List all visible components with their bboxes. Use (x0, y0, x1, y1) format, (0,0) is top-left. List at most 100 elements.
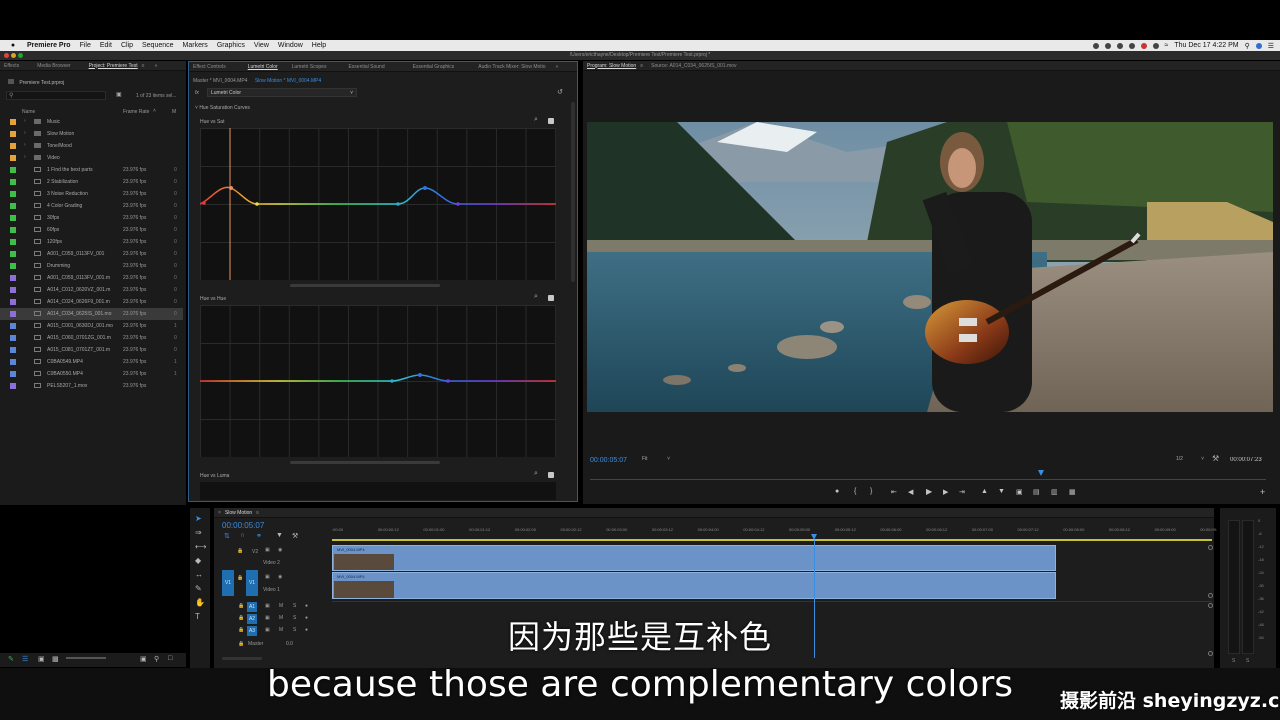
chevron-right-icon[interactable]: › (24, 118, 26, 124)
mark-in-icon[interactable]: { (854, 488, 856, 495)
project-row[interactable]: A015_C001_0630DJ_001.mo 23.976 fps 1 (0, 320, 183, 332)
project-row[interactable]: A014_C024_0626F9_001.m 23.976 fps 0 (0, 296, 183, 308)
lock-icon[interactable]: 🔒 (237, 575, 243, 581)
label-color-chip[interactable] (10, 359, 16, 365)
program-scrubber[interactable] (590, 479, 1266, 480)
tab-audio-track-mixer-slow-motio[interactable]: Audio Track Mixer: Slow Motio (478, 64, 545, 70)
project-row[interactable]: C0BA0549.MP4 23.976 fps 1 (0, 356, 183, 368)
vertical-zoom-handle[interactable] (1208, 593, 1213, 598)
label-color-chip[interactable] (10, 311, 16, 317)
project-row[interactable]: C0BA0550.MP4 23.976 fps 1 (0, 368, 183, 380)
project-row[interactable]: › Tone/Mood (0, 140, 183, 152)
lock-icon[interactable]: 🔒 (238, 603, 244, 609)
more-panels-icon[interactable]: » (556, 64, 559, 70)
curve-enable-checkbox[interactable] (548, 118, 554, 124)
sequence-clip[interactable]: Slow Motion * MVI_0004.MP4 (255, 78, 321, 84)
microphone-icon[interactable]: ● (305, 603, 308, 609)
label-color-chip[interactable] (10, 131, 16, 137)
menu-sequence[interactable]: Sequence (142, 42, 174, 49)
project-search-input[interactable]: ⚲ (6, 91, 106, 100)
menu-clip[interactable]: Clip (121, 42, 133, 49)
program-timecode[interactable]: 00:00:05:07 (590, 457, 627, 464)
tab-program[interactable]: Program: Slow Motion (587, 63, 636, 69)
pen-tool-icon[interactable]: ✎ (195, 584, 202, 593)
menu-help[interactable]: Help (312, 42, 326, 49)
step-back-icon[interactable]: ◀ (908, 488, 913, 496)
label-color-chip[interactable] (10, 287, 16, 293)
label-color-chip[interactable] (10, 203, 16, 209)
label-color-chip[interactable] (10, 347, 16, 353)
wifi-icon[interactable]: ≈ (1165, 42, 1169, 49)
tab-lumetri-color[interactable]: Lumetri Color (248, 64, 278, 70)
sync-lock-icon[interactable]: ▣ (265, 547, 270, 553)
tray-icon[interactable] (1152, 42, 1159, 49)
play-icon[interactable]: ▶ (926, 487, 932, 496)
wrench-icon[interactable]: ⚒ (1212, 454, 1219, 463)
quality-dropdown[interactable]: 1/2 ˅ (1176, 456, 1206, 462)
extract-icon[interactable]: ▼ (998, 488, 1005, 495)
track-select-tool-icon[interactable]: ⇒ (195, 528, 202, 537)
eyedropper-icon[interactable]: ⌕ (534, 293, 538, 301)
label-color-chip[interactable] (10, 371, 16, 377)
export-frame-icon[interactable]: ▣ (1016, 488, 1023, 496)
menu-markers[interactable]: Markers (183, 42, 208, 49)
tray-icon[interactable] (1140, 42, 1147, 49)
label-color-chip[interactable] (10, 227, 16, 233)
mark-out-icon[interactable]: } (870, 488, 872, 495)
label-color-chip[interactable] (10, 119, 16, 125)
project-row[interactable]: 2 Stabilization 23.976 fps 0 (0, 176, 183, 188)
tab-effects[interactable]: Effects (4, 63, 19, 69)
search-icon[interactable]: ⚲ (1245, 42, 1250, 50)
comparison-view-icon[interactable]: ▦ (1069, 488, 1076, 496)
app-menu[interactable]: Premiere Pro (27, 42, 71, 49)
tray-icon[interactable] (1104, 42, 1111, 49)
track-target-a1[interactable]: A1 (247, 602, 257, 612)
tab-essential-graphics[interactable]: Essential Graphics (413, 64, 455, 70)
linked-selection-icon[interactable]: ⚭ (256, 532, 262, 540)
effect-dropdown[interactable]: Lumetri Color ˅ (207, 88, 357, 97)
label-color-chip[interactable] (10, 179, 16, 185)
project-row[interactable]: › Music (0, 116, 183, 128)
tab-effect-controls[interactable]: Effect Controls (193, 64, 226, 70)
tab-media-browser[interactable]: Media Browser (37, 63, 70, 69)
chevron-right-icon[interactable]: › (24, 154, 26, 160)
col-name[interactable]: Name (22, 109, 35, 115)
project-row[interactable]: 4 Color Grading 23.976 fps 0 (0, 200, 183, 212)
razor-tool-icon[interactable]: ◆ (195, 556, 201, 565)
label-color-chip[interactable] (10, 323, 16, 329)
menu-view[interactable]: View (254, 42, 269, 49)
tray-icon[interactable] (1116, 42, 1123, 49)
panel-menu-icon[interactable]: ≡ (142, 63, 145, 69)
project-row[interactable]: 3 Noise Reduction 23.976 fps 0 (0, 188, 183, 200)
chevron-right-icon[interactable]: › (24, 130, 26, 136)
label-color-chip[interactable] (10, 215, 16, 221)
project-row[interactable]: A015_C060_0701ZG_001.m 23.976 fps 0 (0, 332, 183, 344)
eye-icon[interactable]: ◉ (278, 547, 282, 553)
label-color-chip[interactable] (10, 167, 16, 173)
work-area-bar[interactable] (332, 539, 1212, 541)
close-icon[interactable]: × (218, 510, 221, 516)
solo-button[interactable]: S (293, 603, 296, 609)
project-row[interactable]: 120fps 23.976 fps 0 (0, 236, 183, 248)
master-clip[interactable]: Master * MVI_0004.MP4 (193, 78, 247, 84)
hue-vs-sat-graph[interactable] (200, 128, 556, 280)
clip-v2[interactable]: MVI_0004.MP4 (332, 545, 1056, 571)
tab-project[interactable]: Project: Premiere Test (89, 63, 138, 69)
label-color-chip[interactable] (10, 191, 16, 197)
sync-lock-icon[interactable]: ▣ (265, 574, 270, 580)
graph-scrollbar[interactable] (290, 284, 440, 287)
menu-file[interactable]: File (80, 42, 91, 49)
vertical-zoom-handle[interactable] (1208, 603, 1213, 608)
close-window-button[interactable] (4, 53, 9, 58)
label-color-chip[interactable] (10, 383, 16, 389)
label-color-chip[interactable] (10, 239, 16, 245)
curve-enable-checkbox[interactable] (548, 295, 554, 301)
label-color-chip[interactable] (10, 143, 16, 149)
tab-essential-sound[interactable]: Essential Sound (348, 64, 384, 70)
minimize-window-button[interactable] (11, 53, 16, 58)
reset-icon[interactable]: ↺ (557, 88, 563, 96)
lock-icon[interactable]: 🔒 (237, 548, 243, 554)
project-row[interactable]: 60fps 23.976 fps 0 (0, 224, 183, 236)
slip-tool-icon[interactable]: ↔ (195, 570, 203, 579)
go-to-in-icon[interactable]: ⇤ (891, 488, 897, 496)
